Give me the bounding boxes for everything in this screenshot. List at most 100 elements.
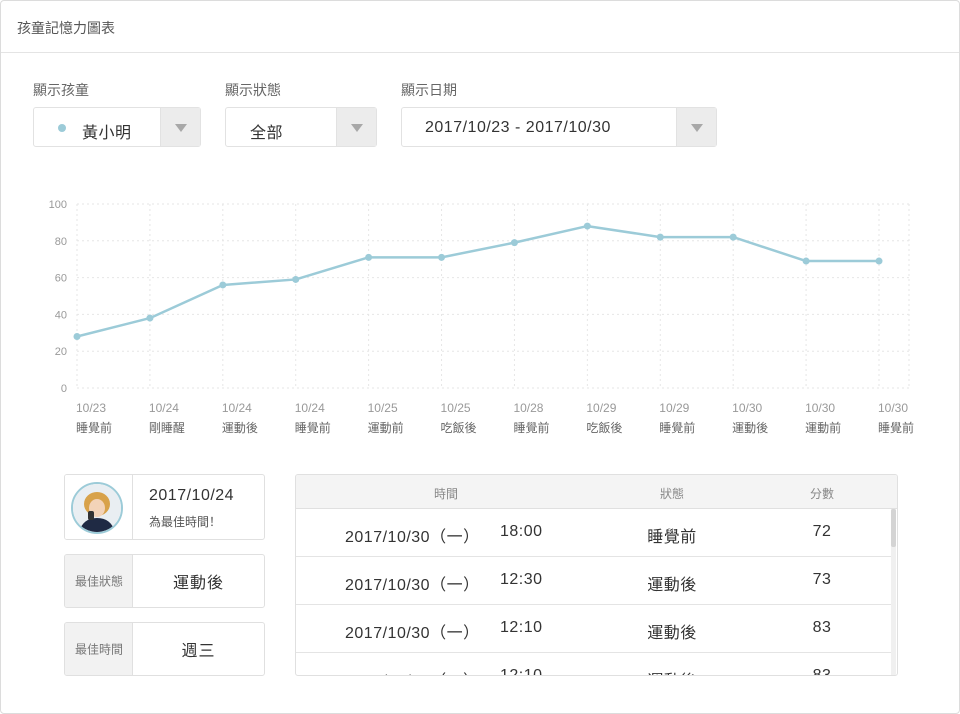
data-point: [438, 253, 446, 261]
best-date-value: 2017/10/24: [149, 487, 235, 504]
triangle-down-icon: [351, 124, 363, 132]
status-filter-label: 顯示狀態: [225, 82, 281, 98]
row-state: 運動後: [647, 667, 697, 675]
row-score: 83: [812, 667, 832, 676]
x-tick-state: 吃飯後: [586, 420, 622, 435]
x-tick-date: 10/24: [149, 401, 179, 415]
x-tick-state: 睡覺前: [878, 420, 914, 435]
x-tick-date: 10/28: [513, 401, 543, 415]
best-time-value: 週三: [181, 643, 216, 660]
child-select-value: 黃小明: [82, 125, 132, 142]
header-score: 分數: [809, 487, 835, 501]
row-date: 2017/10/30（一）: [345, 625, 480, 642]
best-state-label: 最佳狀態: [74, 574, 123, 589]
y-tick-label: 0: [61, 383, 67, 395]
y-tick-label: 100: [49, 199, 67, 211]
row-date: 2017/10/30（一）: [345, 577, 480, 594]
data-point: [583, 222, 591, 230]
row-state: 運動後: [647, 625, 697, 642]
memory-line-chart: 0 20 40 60 80 100 10/23 睡覺前 10/24 剛睡醒 10/24 運動後 10/2…: [49, 199, 914, 435]
table-row[interactable]: 2017/10/30（一） 12:30 運動後 73: [296, 557, 892, 605]
child-avatar-image: [73, 484, 121, 532]
y-tick-label: 80: [55, 236, 67, 248]
x-tick-date: 10/23: [76, 401, 106, 415]
y-tick-label: 60: [55, 273, 67, 285]
child-select-toggle[interactable]: [160, 108, 200, 146]
row-score: 73: [812, 571, 832, 588]
x-tick-state: 睡覺前: [513, 420, 549, 435]
row-state: 睡覺前: [647, 529, 697, 546]
x-tick-date: 10/29: [586, 401, 616, 415]
x-tick-state: 睡覺前: [76, 420, 112, 435]
triangle-down-icon: [175, 124, 187, 132]
data-point: [219, 281, 227, 289]
y-tick-label: 40: [55, 309, 67, 321]
triangle-down-icon: [691, 124, 703, 132]
header-state: 狀態: [659, 487, 685, 501]
date-filter-label: 顯示日期: [401, 82, 457, 98]
header-time: 時間: [433, 487, 459, 501]
x-tick-date: 10/30: [878, 401, 908, 415]
row-time: 12:30: [500, 571, 543, 588]
table-row[interactable]: 2017/10/30（一） 12:10 運動後 83: [296, 605, 892, 653]
table-row[interactable]: 2017/10/30（一） 18:00 睡覺前 72: [296, 509, 892, 557]
window-titlebar: 孩童記憶力圖表: [1, 1, 959, 53]
x-tick-date: 10/25: [441, 401, 471, 415]
x-tick-date: 10/24: [222, 401, 252, 415]
x-tick-state: 剛睡醒: [149, 421, 185, 435]
row-time: 12:10: [500, 619, 543, 636]
x-tick-date: 10/24: [295, 401, 325, 415]
status-select-value: 全部: [250, 125, 284, 142]
best-date-note: 為最佳時間！: [149, 515, 222, 529]
window-title: 孩童記憶力圖表: [17, 20, 115, 36]
date-range-toggle[interactable]: [676, 108, 716, 146]
date-range-value: 2017/10/23 - 2017/10/30: [425, 119, 611, 136]
score-table: 時間 狀態 分數 2017/10/30（一） 18:00 睡覺前 72 2017/10/…: [295, 474, 898, 676]
x-tick-date: 10/30: [805, 401, 835, 415]
child-filter-label: 顯示孩童: [33, 82, 89, 98]
row-time: 18:00: [500, 523, 543, 540]
x-tick-state: 睡覺前: [295, 420, 331, 435]
x-tick-date: 10/29: [659, 401, 689, 415]
data-point: [146, 314, 154, 322]
x-tick-state: 吃飯後: [441, 420, 477, 435]
row-score: 83: [812, 619, 832, 636]
series-line: [76, 224, 879, 338]
app-window: 孩童記憶力圖表 顯示孩童 黃小明 顯示狀態 全部 顯示日期 2017/10/23…: [0, 0, 960, 714]
x-tick-date: 10/25: [368, 401, 398, 415]
best-state-card: 最佳狀態 運動後: [64, 554, 265, 608]
status-select[interactable]: 全部: [225, 107, 377, 147]
data-point: [292, 275, 300, 283]
y-tick-label: 20: [55, 346, 67, 358]
table-body[interactable]: 2017/10/30（一） 18:00 睡覺前 72 2017/10/30（一） 12:3…: [296, 509, 892, 676]
best-date-card: 2017/10/24 為最佳時間！: [64, 474, 265, 540]
table-row[interactable]: 2017/10/30（一） 12:10 運動後 83: [296, 653, 892, 676]
table-header: 時間 狀態 分數: [296, 475, 897, 509]
table-scrollbar[interactable]: [891, 509, 896, 675]
child-avatar: [71, 482, 123, 534]
x-tick-state: 運動後: [732, 421, 768, 435]
row-date: 2017/10/30（一）: [345, 667, 480, 675]
data-point: [656, 233, 664, 241]
status-select-toggle[interactable]: [336, 108, 376, 146]
data-point: [875, 257, 883, 265]
data-point: [365, 253, 373, 261]
row-date: 2017/10/30（一）: [345, 529, 480, 546]
row-state: 運動後: [647, 577, 697, 594]
data-point: [729, 233, 737, 241]
data-point: [802, 257, 810, 265]
best-time-label: 最佳時間: [74, 642, 123, 657]
data-point: [73, 332, 81, 340]
child-select[interactable]: 黃小明: [33, 107, 201, 147]
child-color-dot: [58, 124, 66, 132]
row-score: 72: [812, 523, 832, 540]
scrollbar-thumb[interactable]: [891, 509, 896, 547]
x-tick-date: 10/30: [732, 401, 762, 415]
x-tick-state: 運動前: [805, 420, 841, 435]
x-tick-state: 運動前: [368, 420, 404, 435]
data-point: [510, 239, 518, 247]
best-time-card: 最佳時間 週三: [64, 622, 265, 676]
best-state-value: 運動後: [172, 575, 224, 592]
x-tick-state: 睡覺前: [659, 420, 695, 435]
date-range-select[interactable]: 2017/10/23 - 2017/10/30: [401, 107, 717, 147]
